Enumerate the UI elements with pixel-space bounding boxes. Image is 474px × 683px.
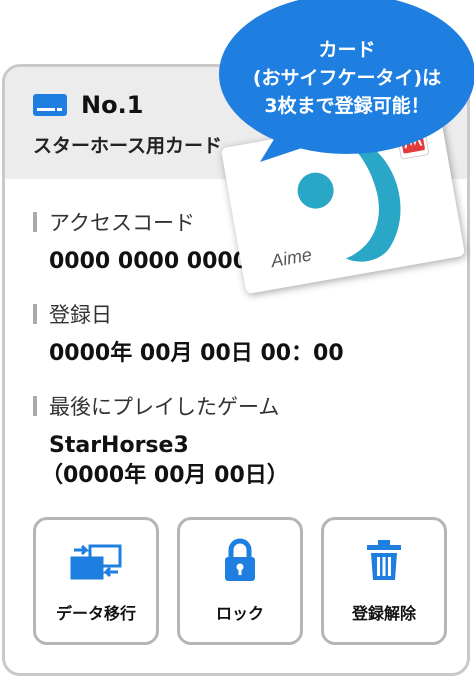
card-number-row: No.1 [33,91,143,119]
bubble-line-2: (おサイフケータイ)は [252,67,442,89]
data-transfer-icon [68,536,124,582]
registered-label: 登録日 [49,303,112,327]
label-bar [33,396,37,416]
label-bar [33,212,37,232]
lock-button[interactable]: ロック [177,517,303,645]
last-game-title: StarHorse3 [49,433,189,458]
access-code-value: 0000 0000 0000 [49,249,249,274]
bubble-line-1: カード [318,39,376,61]
last-game-field: 最後にプレイしたゲーム StarHorse3 （0000年 00月 00日） [33,391,289,491]
registered-value: 0000年 00月 00日 00：00 [49,341,344,366]
padlock-icon [222,536,258,582]
card-number: No.1 [81,91,144,119]
unregister-label: 登録解除 [351,604,416,623]
access-code-label: アクセスコード [49,211,195,235]
last-game-date: （0000年 00月 00日） [41,463,289,488]
lock-label: ロック [215,604,264,623]
last-game-label: 最後にプレイしたゲーム [49,395,280,419]
registered-date-field: 登録日 0000年 00月 00日 00：00 [33,299,344,369]
bubble-line-3: 3枚まで登録可能！ [264,95,430,117]
action-buttons: データ移行 ロック 登録解除 [33,517,447,645]
data-transfer-label: データ移行 [55,604,136,623]
card-name: スターホース用カード [33,135,223,157]
access-code-field: アクセスコード 0000 0000 0000 [33,207,248,277]
trash-icon [364,536,404,582]
unregister-button[interactable]: 登録解除 [321,517,447,645]
data-transfer-button[interactable]: データ移行 [33,517,159,645]
aime-logo-text: Aime [268,244,313,271]
info-bubble: カード (おサイフケータイ)は 3枚まで登録可能！ [216,0,474,168]
card-icon [33,94,67,116]
label-bar [33,304,37,324]
